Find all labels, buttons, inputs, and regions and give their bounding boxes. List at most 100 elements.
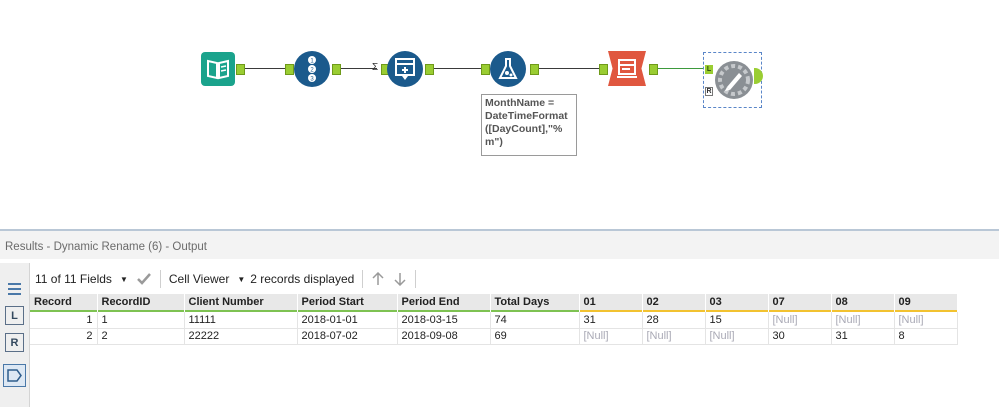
list-icon[interactable] <box>5 280 24 299</box>
gear-pencil-icon <box>718 64 750 96</box>
results-toolbar: 11 of 11 Fields ▼ Cell Viewer ▼ 2 record… <box>31 268 420 290</box>
table-cell[interactable]: 74 <box>490 312 580 329</box>
results-table: Record RecordID Client Number Period Sta… <box>30 294 958 345</box>
records-label: 2 records displayed <box>250 272 355 286</box>
output-anchor[interactable] <box>332 64 341 75</box>
sum-glyph: Σ <box>372 62 379 73</box>
column-header[interactable]: 02 <box>642 294 706 312</box>
output-anchor[interactable] <box>530 64 539 75</box>
right-input-icon[interactable]: R <box>5 333 24 352</box>
table-cell[interactable]: 2 <box>97 328 185 345</box>
cell-viewer-label: Cell Viewer <box>168 272 230 286</box>
table-cell[interactable]: 2018-07-02 <box>297 328 398 345</box>
table-cell[interactable]: 28 <box>642 312 706 329</box>
input-anchor[interactable] <box>599 64 608 75</box>
column-header[interactable]: Record <box>30 294 98 312</box>
column-header[interactable]: Period End <box>397 294 491 312</box>
dynamic-rename-tool[interactable] <box>608 51 646 86</box>
output-tag-icon[interactable] <box>3 364 26 387</box>
table-cell[interactable]: [Null] <box>705 328 769 345</box>
table-cell[interactable]: 1 <box>97 312 185 329</box>
apply-check-button[interactable] <box>132 268 156 290</box>
table-cell[interactable]: [Null] <box>768 312 832 329</box>
input-anchor[interactable] <box>481 64 490 75</box>
output-anchor[interactable] <box>649 64 658 75</box>
rename-table-icon <box>617 59 637 78</box>
results-sidebar: L R <box>0 263 30 407</box>
column-header[interactable]: 01 <box>579 294 643 312</box>
table-plus-icon <box>395 58 415 80</box>
toolbar-divider <box>415 270 417 288</box>
fields-label: 11 of 11 Fields <box>35 272 112 286</box>
arrow-down-icon <box>394 273 406 286</box>
scroll-up-button[interactable] <box>367 268 389 290</box>
column-header[interactable]: 07 <box>768 294 832 312</box>
table-row[interactable]: 2 2 22222 2018-07-02 2018-09-08 69 [Null… <box>30 328 958 345</box>
table-cell[interactable]: [Null] <box>894 312 958 329</box>
record-id-tool[interactable]: 1 2 3 <box>294 51 330 87</box>
table-cell[interactable]: 30 <box>768 328 832 345</box>
table-cell[interactable]: [Null] <box>642 328 706 345</box>
chevron-down-icon: ▼ <box>237 274 246 284</box>
formula-tool[interactable] <box>490 51 526 87</box>
table-cell[interactable]: 15 <box>705 312 769 329</box>
output-anchor[interactable] <box>236 64 245 75</box>
gear-tool[interactable] <box>715 61 753 99</box>
summarize-tool[interactable] <box>387 51 423 87</box>
table-cell[interactable]: [Null] <box>831 312 895 329</box>
workflow-canvas[interactable]: 1 2 3 Σ MonthName = DateTimeFormat ([Day… <box>0 0 999 228</box>
header-row: Record RecordID Client Number Period Sta… <box>30 294 958 312</box>
numbered-list-icon: 1 2 3 <box>308 56 316 83</box>
table-cell[interactable]: 31 <box>579 312 643 329</box>
book-icon <box>207 59 229 80</box>
input-data-tool[interactable] <box>201 52 235 86</box>
table-cell[interactable]: 1 <box>30 312 98 329</box>
arrow-up-icon <box>372 272 384 285</box>
table-cell[interactable]: 31 <box>831 328 895 345</box>
column-header[interactable]: Period Start <box>297 294 398 312</box>
table-cell[interactable]: 11111 <box>184 312 298 329</box>
column-header[interactable]: Total Days <box>490 294 580 312</box>
connection-line <box>434 68 482 69</box>
formula-annotation: MonthName = DateTimeFormat ([DayCount],"… <box>481 94 577 156</box>
annotation-line: MonthName = <box>485 97 555 109</box>
column-header[interactable]: RecordID <box>97 294 185 312</box>
toolbar-divider <box>362 270 364 288</box>
chevron-down-icon: ▼ <box>119 274 128 284</box>
r-label: R <box>10 336 19 349</box>
table-cell[interactable]: [Null] <box>579 328 643 345</box>
left-input-icon[interactable]: L <box>5 306 24 325</box>
anchor-l[interactable]: L <box>705 65 713 74</box>
connection-line <box>539 68 599 69</box>
table-row[interactable]: 1 1 11111 2018-01-01 2018-03-15 74 31 28… <box>30 312 958 329</box>
checkmark-icon <box>136 273 151 285</box>
column-header[interactable]: 08 <box>831 294 895 312</box>
column-header[interactable]: 09 <box>894 294 958 312</box>
fields-dropdown[interactable]: 11 of 11 Fields ▼ <box>31 268 132 290</box>
l-label: L <box>11 309 18 322</box>
flask-icon <box>498 58 518 79</box>
table-cell[interactable]: 2018-03-15 <box>397 312 491 329</box>
results-title: Results - Dynamic Rename (6) - Output <box>5 241 207 253</box>
table-cell[interactable]: 69 <box>490 328 580 345</box>
table-cell[interactable]: 8 <box>894 328 958 345</box>
input-anchor[interactable] <box>285 64 294 75</box>
connection-line <box>245 68 285 69</box>
connection-line <box>658 68 704 69</box>
table-cell[interactable]: 2018-01-01 <box>297 312 398 329</box>
cell-viewer-button[interactable]: Cell Viewer <box>165 268 233 290</box>
anchor-r[interactable]: R <box>705 87 713 96</box>
table-cell[interactable]: 2018-09-08 <box>397 328 491 345</box>
output-anchor[interactable] <box>425 64 434 75</box>
table-cell[interactable]: 2 <box>30 328 98 345</box>
scroll-down-button[interactable] <box>389 268 411 290</box>
selected-tool-frame[interactable]: L R <box>703 52 763 108</box>
column-header[interactable]: Client Number <box>184 294 298 312</box>
table-cell[interactable]: 22222 <box>184 328 298 345</box>
column-header[interactable]: 03 <box>705 294 769 312</box>
results-title-bar: Results - Dynamic Rename (6) - Output <box>0 229 999 259</box>
annotation-line: DateTimeFormat <box>485 110 568 122</box>
records-dropdown[interactable]: ▼ 2 records displayed <box>233 268 358 290</box>
output-anchor[interactable] <box>754 68 763 84</box>
annotation-line: m") <box>485 136 503 148</box>
